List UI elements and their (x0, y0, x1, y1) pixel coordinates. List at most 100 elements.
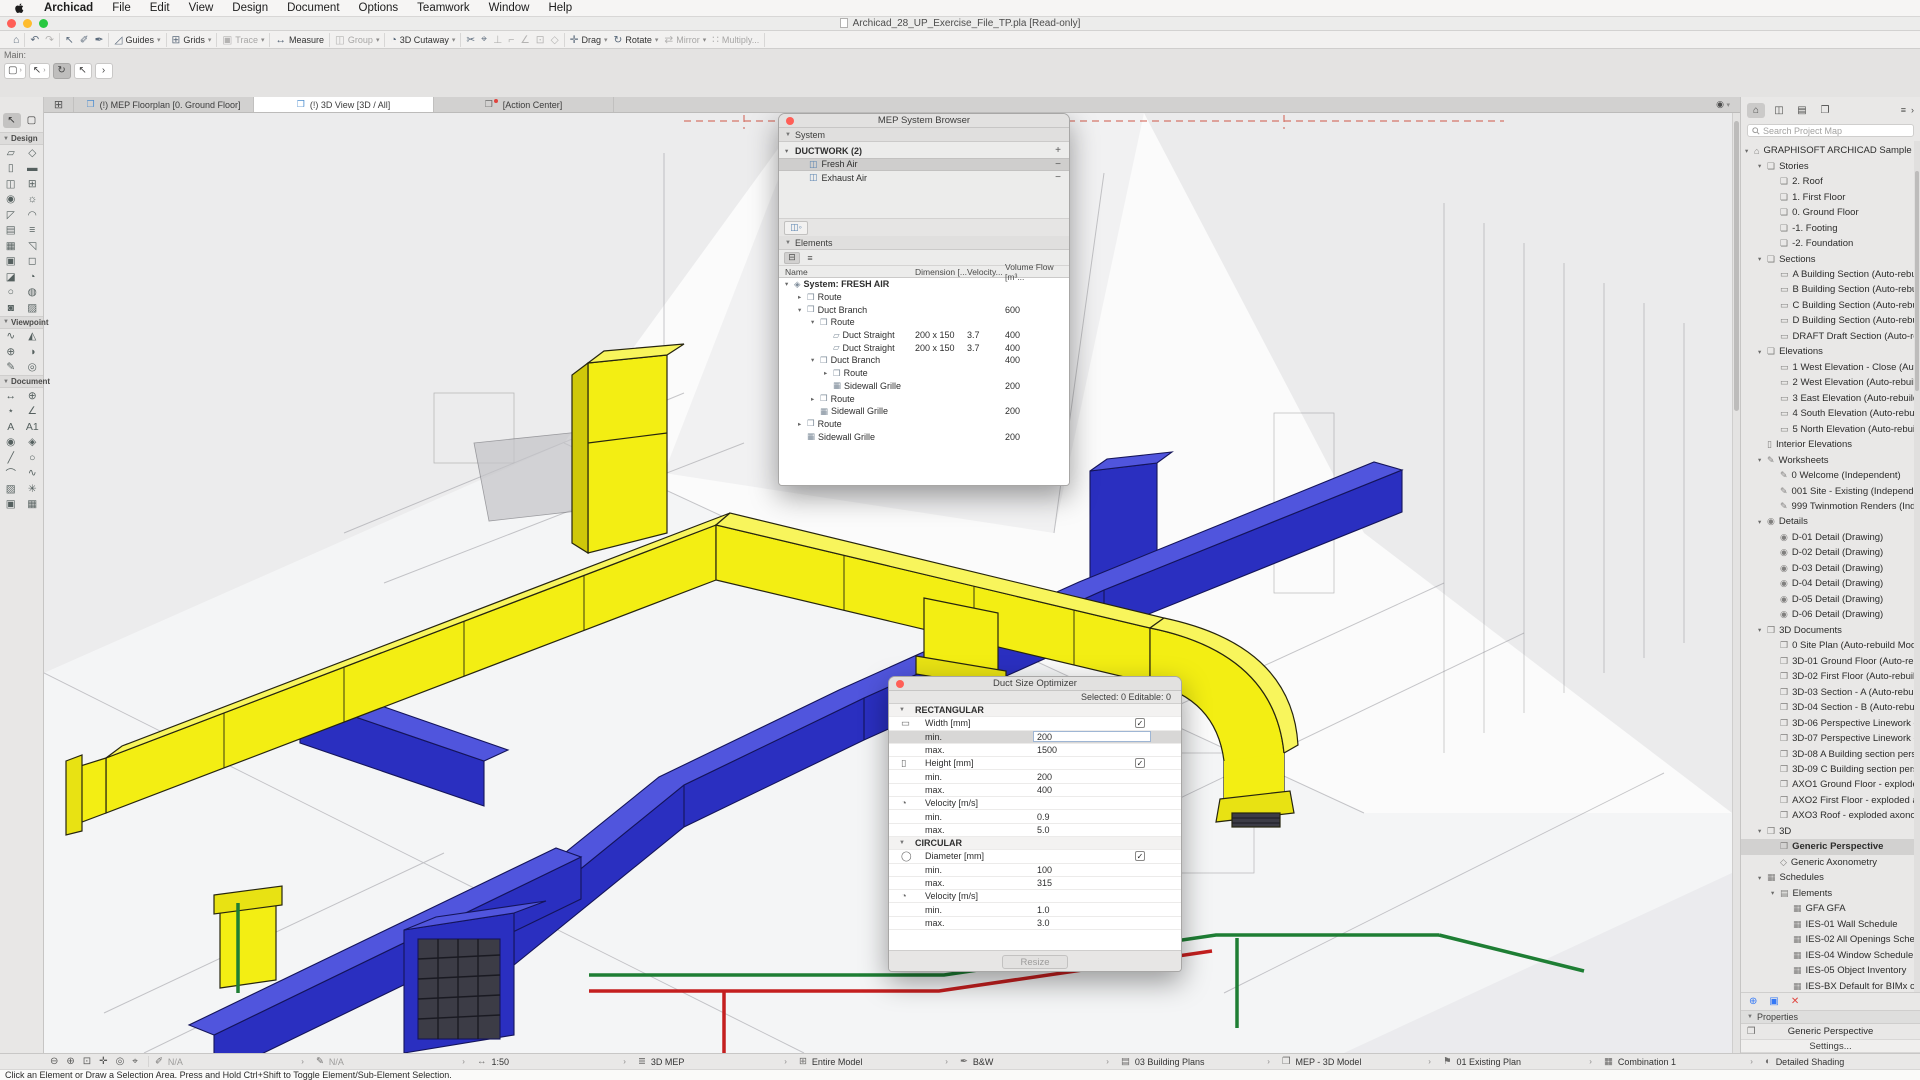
menu-file[interactable]: File (112, 2, 131, 14)
orbit-icon[interactable]: ◎ (116, 1056, 125, 1067)
arrow-select-button[interactable]: ↖› (29, 63, 50, 79)
expander-icon[interactable]: ▾ (1758, 255, 1767, 263)
beam-tool-icon[interactable]: ▬ (22, 161, 44, 177)
element-row[interactable]: ▾❒Route (779, 316, 1069, 329)
max-value[interactable]: 400 (1037, 785, 1052, 795)
3d-cutaway-button[interactable]: ◔3D Cutaway▾ (390, 34, 455, 46)
worksheet-tool-icon[interactable]: ✎ (0, 360, 22, 376)
column-header[interactable]: Name (779, 267, 915, 277)
navigator-item-details[interactable]: ▾◉Details (1741, 514, 1920, 529)
element-row[interactable]: ▦Sidewall Grille200 (779, 405, 1069, 418)
opening-tool-icon[interactable]: ◻ (22, 254, 44, 270)
publisher-tab[interactable]: ❐ (1816, 103, 1834, 118)
zoom-in-icon[interactable]: ⊕ (66, 1056, 74, 1067)
zone-tool-icon[interactable]: ▣ (0, 254, 22, 270)
arrow-button[interactable]: ↖ (74, 63, 92, 79)
tab-action-center[interactable]: ❒[Action Center] (434, 97, 614, 112)
menu-archicad[interactable]: Archicad (44, 2, 93, 14)
navigator-item-2-west-elevation-auto-rebuild-model-[interactable]: ▭2 West Elevation (Auto-rebuild Model) (1741, 375, 1920, 390)
label-tool-icon[interactable]: A1 (22, 419, 44, 435)
element-row[interactable]: ▱Duct Straight200 x 1503.7400 (779, 329, 1069, 342)
system-row-exhaust-air[interactable]: ◫Exhaust Air− (779, 171, 1069, 185)
menu-edit[interactable]: Edit (150, 2, 170, 14)
expander-icon[interactable]: ▾ (785, 147, 795, 155)
mirror-button[interactable]: ⇄Mirror▾ (664, 34, 706, 46)
navigator-item-b-building-section-auto-rebuild-model-[interactable]: ▭B Building Section (Auto-rebuild Model) (1741, 282, 1920, 297)
navigator-item-3d[interactable]: ▾❒3D (1741, 824, 1920, 839)
remove-system-button[interactable]: − (1055, 159, 1061, 170)
panel-close-button[interactable] (786, 117, 794, 125)
navigator-item-axo2-first-floor-exploded-axonometr[interactable]: ❒AXO2 First Floor - exploded axonometr (1741, 793, 1920, 808)
marquee-button[interactable]: ▢› (4, 63, 26, 79)
delete-viewpoint-icon[interactable]: ✕ (1791, 996, 1799, 1007)
status-01-existing-plan[interactable]: ⚑01 Existing Plan› (1437, 1056, 1598, 1067)
max-row[interactable]: max.400 (889, 784, 1181, 797)
min-row[interactable]: min.0.9 (889, 810, 1181, 823)
optimizer-section-circular[interactable]: ▼CIRCULAR (889, 837, 1181, 850)
image-tool-icon[interactable]: ▦ (22, 497, 44, 513)
column-tool-icon[interactable]: ▯ (0, 161, 22, 177)
wall-tool-icon[interactable]: ▱ (0, 145, 22, 161)
expander-icon[interactable]: ▾ (1758, 874, 1767, 882)
line-tool-icon[interactable]: ╱ (0, 450, 22, 466)
trace-button[interactable]: ▣Trace▾ (222, 34, 264, 46)
status-combination-1[interactable]: ▦Combination 1› (1598, 1056, 1759, 1067)
max-value[interactable]: 5.0 (1037, 825, 1050, 835)
arc-tool-icon[interactable]: ⌒ (0, 466, 22, 482)
navigator-item-worksheets[interactable]: ▾✎Worksheets (1741, 452, 1920, 467)
navigator-item-ies-bx-default-for-bimx-output[interactable]: ▦IES-BX Default for BIMx output (1741, 978, 1920, 992)
remove-system-button[interactable]: − (1055, 172, 1061, 183)
navigator-item-ies-01-wall-schedule[interactable]: ▦IES-01 Wall Schedule (1741, 916, 1920, 931)
navigator-scrollbar[interactable] (1914, 141, 1920, 992)
stretch-button[interactable]: ◇ (551, 34, 559, 46)
expander-icon[interactable]: ▾ (1758, 827, 1767, 835)
apple-menu[interactable] (14, 2, 25, 14)
fillet-button[interactable]: ⌐ (508, 34, 514, 46)
3d-view-tool-icon[interactable]: ◑ (22, 344, 44, 360)
navigator-item-draft-draft-section-auto-rebuild-moc[interactable]: ▭DRAFT Draft Section (Auto-rebuild Moc (1741, 329, 1920, 344)
status-detailed-shading[interactable]: ◐Detailed Shading (1759, 1056, 1920, 1067)
slab-tool-icon[interactable]: ◇ (22, 145, 44, 161)
mesh-tool-icon[interactable]: ▤ (0, 223, 22, 239)
expander-icon[interactable]: ▾ (1758, 162, 1767, 170)
radial-dimension-tool-icon[interactable]: ⋆ (0, 404, 22, 420)
min-value[interactable]: 1.0 (1037, 905, 1050, 915)
tab-3d-view-3d-all[interactable]: ❒(!) 3D View [3D / All] (254, 97, 434, 112)
navigator-item-sections[interactable]: ▾❏Sections (1741, 251, 1920, 266)
door-tool-icon[interactable]: ◫ (0, 176, 22, 192)
undo-button[interactable]: ↶ (30, 34, 39, 46)
element-row[interactable]: ▦Sidewall Grille200 (779, 430, 1069, 443)
expander-icon[interactable]: ▾ (1745, 147, 1754, 155)
min-row[interactable]: min.100 (889, 864, 1181, 877)
value-input[interactable]: 200 (1033, 731, 1151, 742)
resize-button[interactable]: ⊡ (536, 34, 545, 46)
element-row[interactable]: ▸❒Route (779, 291, 1069, 304)
navigator-item-3d-documents[interactable]: ▾❒3D Documents (1741, 623, 1920, 638)
navigator-item-generic-perspective[interactable]: ❒Generic Perspective (1741, 839, 1920, 854)
max-row[interactable]: max.3.0 (889, 917, 1181, 930)
add-system-button[interactable]: + (1055, 145, 1061, 156)
navigator-item-3d-06-perspective-linework-garden-a[interactable]: ❒3D-06 Perspective Linework garden (A (1741, 715, 1920, 730)
duct-tool-icon[interactable]: ○ (0, 285, 22, 301)
navigator-item-3d-02-first-floor-auto-rebuild-model-[interactable]: ❒3D-02 First Floor (Auto-rebuild Model) (1741, 669, 1920, 684)
navigator-item--2-foundation[interactable]: ❏-2. Foundation (1741, 236, 1920, 251)
curtain-wall-tool-icon[interactable]: ▦ (0, 238, 22, 254)
optimizer-section-rectangular[interactable]: ▼RECTANGULAR (889, 704, 1181, 717)
max-value[interactable]: 315 (1037, 878, 1052, 888)
railing-tool-icon[interactable]: ◹ (22, 238, 44, 254)
home-button[interactable]: ⌂ (13, 34, 19, 46)
panel-close-button[interactable] (896, 680, 904, 688)
split-button[interactable]: ✂ (466, 34, 475, 46)
duct-system-type-button[interactable]: ◫◦ (784, 221, 808, 235)
star-tool-icon[interactable]: ✳ (22, 481, 44, 497)
tab-mep-floorplan-0-ground-floor[interactable]: ❒(!) MEP Floorplan [0. Ground Floor] (74, 97, 254, 112)
interior-elevation-tool-icon[interactable]: ⊕ (0, 344, 22, 360)
viewport-scrollbar[interactable] (1732, 113, 1740, 1053)
navigator-item-ies-02-all-openings-schedule[interactable]: ▦IES-02 All Openings Schedule (1741, 932, 1920, 947)
navigator-item-0-site-plan-auto-rebuild-model-[interactable]: ❒0 Site Plan (Auto-rebuild Model) (1741, 638, 1920, 653)
status-1-50[interactable]: ↔1:50› (471, 1056, 632, 1067)
navigator-item-c-building-section-auto-rebuild-model-[interactable]: ▭C Building Section (Auto-rebuild Model) (1741, 298, 1920, 313)
min-row[interactable]: min.200 (889, 731, 1181, 744)
param-checkbox[interactable]: ✓ (1135, 851, 1145, 861)
pan-icon[interactable]: ✛ (99, 1056, 107, 1067)
